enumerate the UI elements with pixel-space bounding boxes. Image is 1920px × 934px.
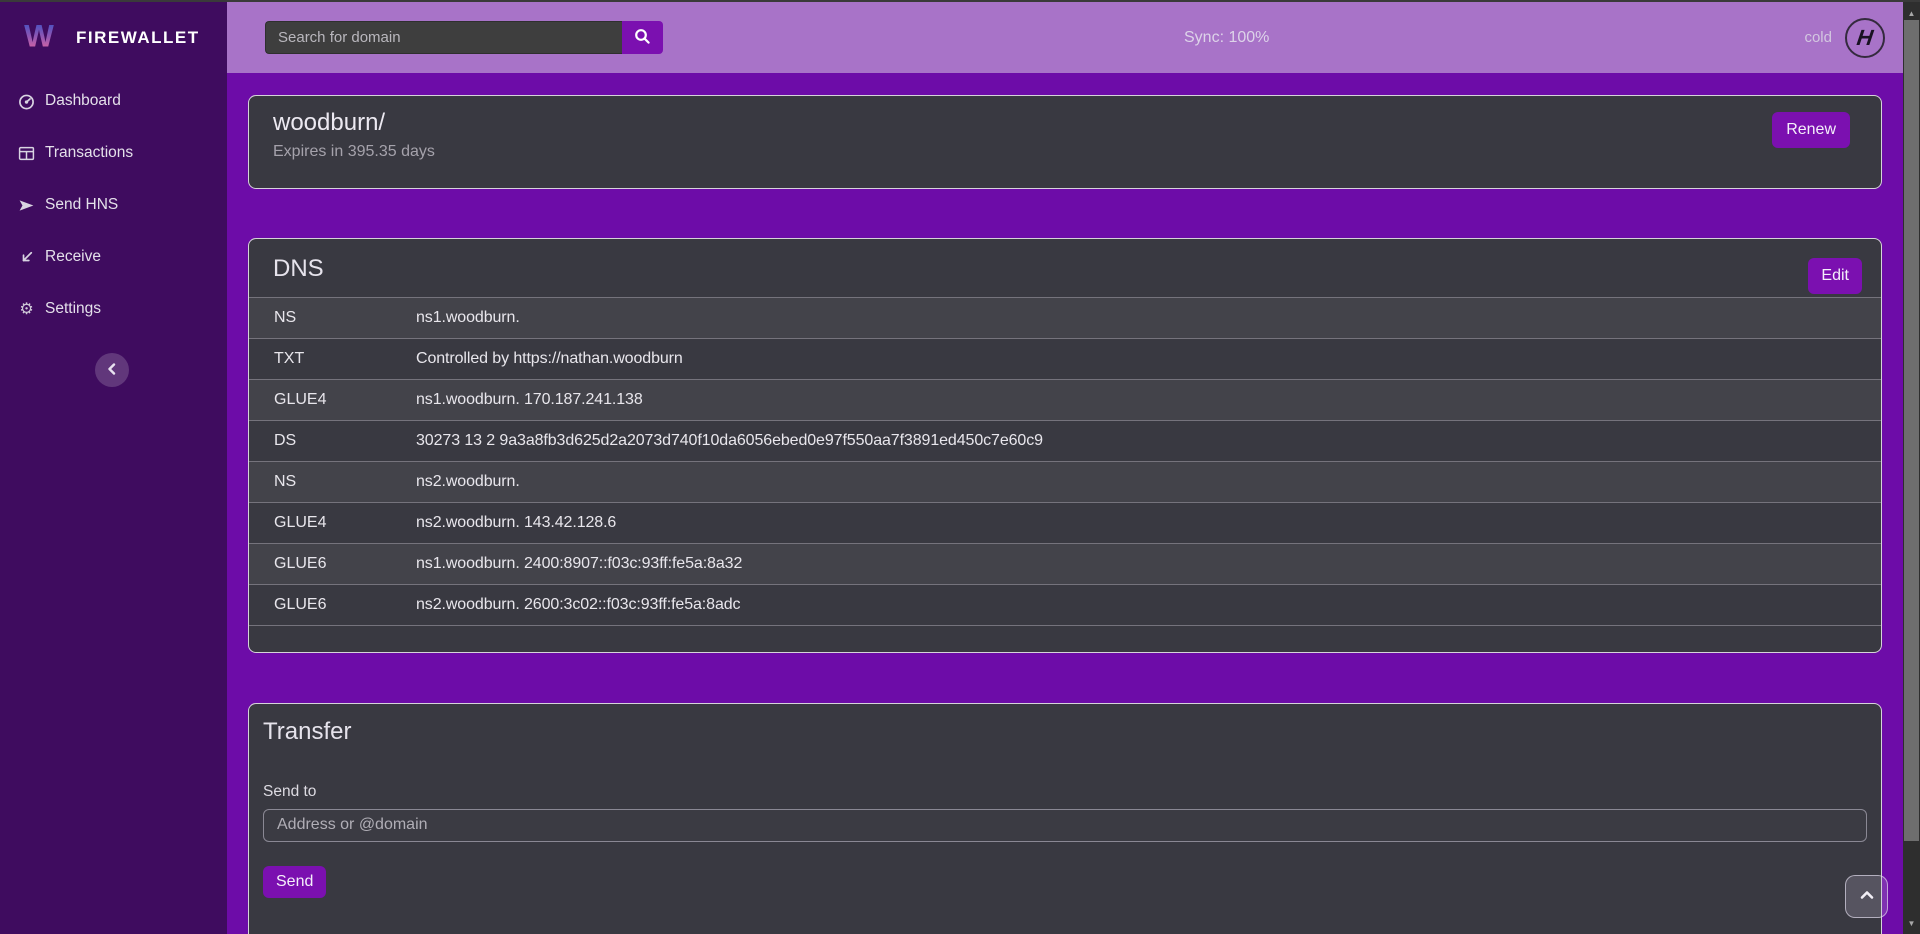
record-type: NS	[249, 462, 416, 503]
sidebar: W FIREWALLET Dashboard	[0, 2, 227, 934]
table-row: NS ns2.woodburn.	[249, 462, 1881, 503]
sync-status: Sync: 100%	[1184, 2, 1269, 73]
brand[interactable]: W FIREWALLET	[0, 2, 227, 73]
domain-title: woodburn/	[273, 109, 1857, 138]
transfer-title: Transfer	[263, 718, 1867, 747]
sidebar-collapse-button[interactable]	[95, 353, 129, 387]
record-value: ns1.woodburn. 170.187.241.138	[416, 380, 1881, 421]
table-row: GLUE6 ns2.woodburn. 2600:3c02::f03c:93ff…	[249, 585, 1881, 626]
scroll-to-top-button[interactable]	[1845, 875, 1888, 918]
chevron-up-icon	[1859, 887, 1875, 906]
wallet-name: cold	[1804, 29, 1832, 46]
sidebar-item-receive[interactable]: Receive	[0, 231, 227, 283]
speedometer-icon	[18, 93, 35, 110]
table-row: GLUE6 ns1.woodburn. 2400:8907::f03c:93ff…	[249, 544, 1881, 585]
brand-name: FIREWALLET	[76, 28, 200, 48]
record-value: Controlled by https://nathan.woodburn	[416, 339, 1881, 380]
record-value: ns2.woodburn. 143.42.128.6	[416, 503, 1881, 544]
sidebar-item-transactions[interactable]: Transactions	[0, 127, 227, 179]
sidebar-nav: Dashboard Transactions Send HNS	[0, 75, 227, 335]
record-value: ns1.woodburn. 2400:8907::f03c:93ff:fe5a:…	[416, 544, 1881, 585]
table-row: TXT Controlled by https://nathan.woodbur…	[249, 339, 1881, 380]
sidebar-item-label: Dashboard	[45, 92, 121, 110]
arrow-down-left-icon	[18, 249, 35, 266]
search-input[interactable]	[265, 21, 622, 54]
edit-dns-button[interactable]: Edit	[1808, 258, 1862, 294]
chevron-left-icon	[106, 363, 118, 378]
table-row: DS 30273 13 2 9a3a8fb3d625d2a2073d740f10…	[249, 421, 1881, 462]
sidebar-item-label: Settings	[45, 300, 101, 318]
table-row: GLUE4 ns2.woodburn. 143.42.128.6	[249, 503, 1881, 544]
window-top-edge	[0, 0, 1920, 2]
domain-expiry: Expires in 395.35 days	[273, 143, 1857, 161]
svg-text:W: W	[24, 18, 54, 54]
table-icon	[18, 145, 35, 162]
record-value: ns1.woodburn.	[416, 298, 1881, 339]
record-type: DS	[249, 421, 416, 462]
record-type: TXT	[249, 339, 416, 380]
record-type: GLUE4	[249, 503, 416, 544]
dns-records-table: NS ns1.woodburn. TXT Controlled by https…	[249, 297, 1881, 626]
scrollbar-down-icon[interactable]: ▼	[1903, 916, 1920, 930]
topbar: Sync: 100% cold H	[227, 2, 1903, 73]
record-type: GLUE6	[249, 544, 416, 585]
domain-card: woodburn/ Expires in 395.35 days Renew	[248, 95, 1882, 189]
send-icon	[18, 197, 35, 214]
scrollbar-thumb[interactable]	[1904, 20, 1919, 841]
wallet-group: cold H	[1804, 2, 1885, 73]
sidebar-item-dashboard[interactable]: Dashboard	[0, 75, 227, 127]
gear-icon: ⚙	[18, 301, 35, 318]
search-button[interactable]	[622, 21, 663, 54]
domain-search	[265, 21, 663, 54]
sidebar-item-label: Receive	[45, 248, 101, 266]
record-value: ns2.woodburn.	[416, 462, 1881, 503]
table-row: NS ns1.woodburn.	[249, 298, 1881, 339]
dns-card: DNS Edit NS ns1.woodburn. TXT Controlled…	[248, 238, 1882, 653]
dns-card-header: DNS	[249, 239, 1881, 297]
scrollbar-up-icon[interactable]: ▲	[1903, 6, 1920, 20]
record-type: GLUE6	[249, 585, 416, 626]
record-value: ns2.woodburn. 2600:3c02::f03c:93ff:fe5a:…	[416, 585, 1881, 626]
search-icon	[634, 28, 651, 48]
sidebar-item-label: Send HNS	[45, 196, 118, 214]
record-type: GLUE4	[249, 380, 416, 421]
handshake-avatar-icon[interactable]: H	[1845, 18, 1885, 58]
send-to-label: Send to	[263, 783, 1867, 801]
vertical-scrollbar: ▲ ▼	[1903, 2, 1920, 934]
firewallet-logo-icon: W	[18, 14, 60, 61]
send-transfer-button[interactable]: Send	[263, 866, 326, 898]
record-value: 30273 13 2 9a3a8fb3d625d2a2073d740f10da6…	[416, 421, 1881, 462]
table-row: GLUE4 ns1.woodburn. 170.187.241.138	[249, 380, 1881, 421]
transfer-address-input[interactable]	[263, 809, 1867, 842]
sidebar-item-label: Transactions	[45, 144, 133, 162]
renew-button[interactable]: Renew	[1772, 112, 1850, 148]
main-content: woodburn/ Expires in 395.35 days Renew D…	[227, 73, 1903, 934]
dns-title: DNS	[273, 255, 1857, 284]
record-type: NS	[249, 298, 416, 339]
sidebar-item-settings[interactable]: ⚙ Settings	[0, 283, 227, 335]
sidebar-item-send-hns[interactable]: Send HNS	[0, 179, 227, 231]
transfer-card: Transfer Send to Send	[248, 703, 1882, 934]
